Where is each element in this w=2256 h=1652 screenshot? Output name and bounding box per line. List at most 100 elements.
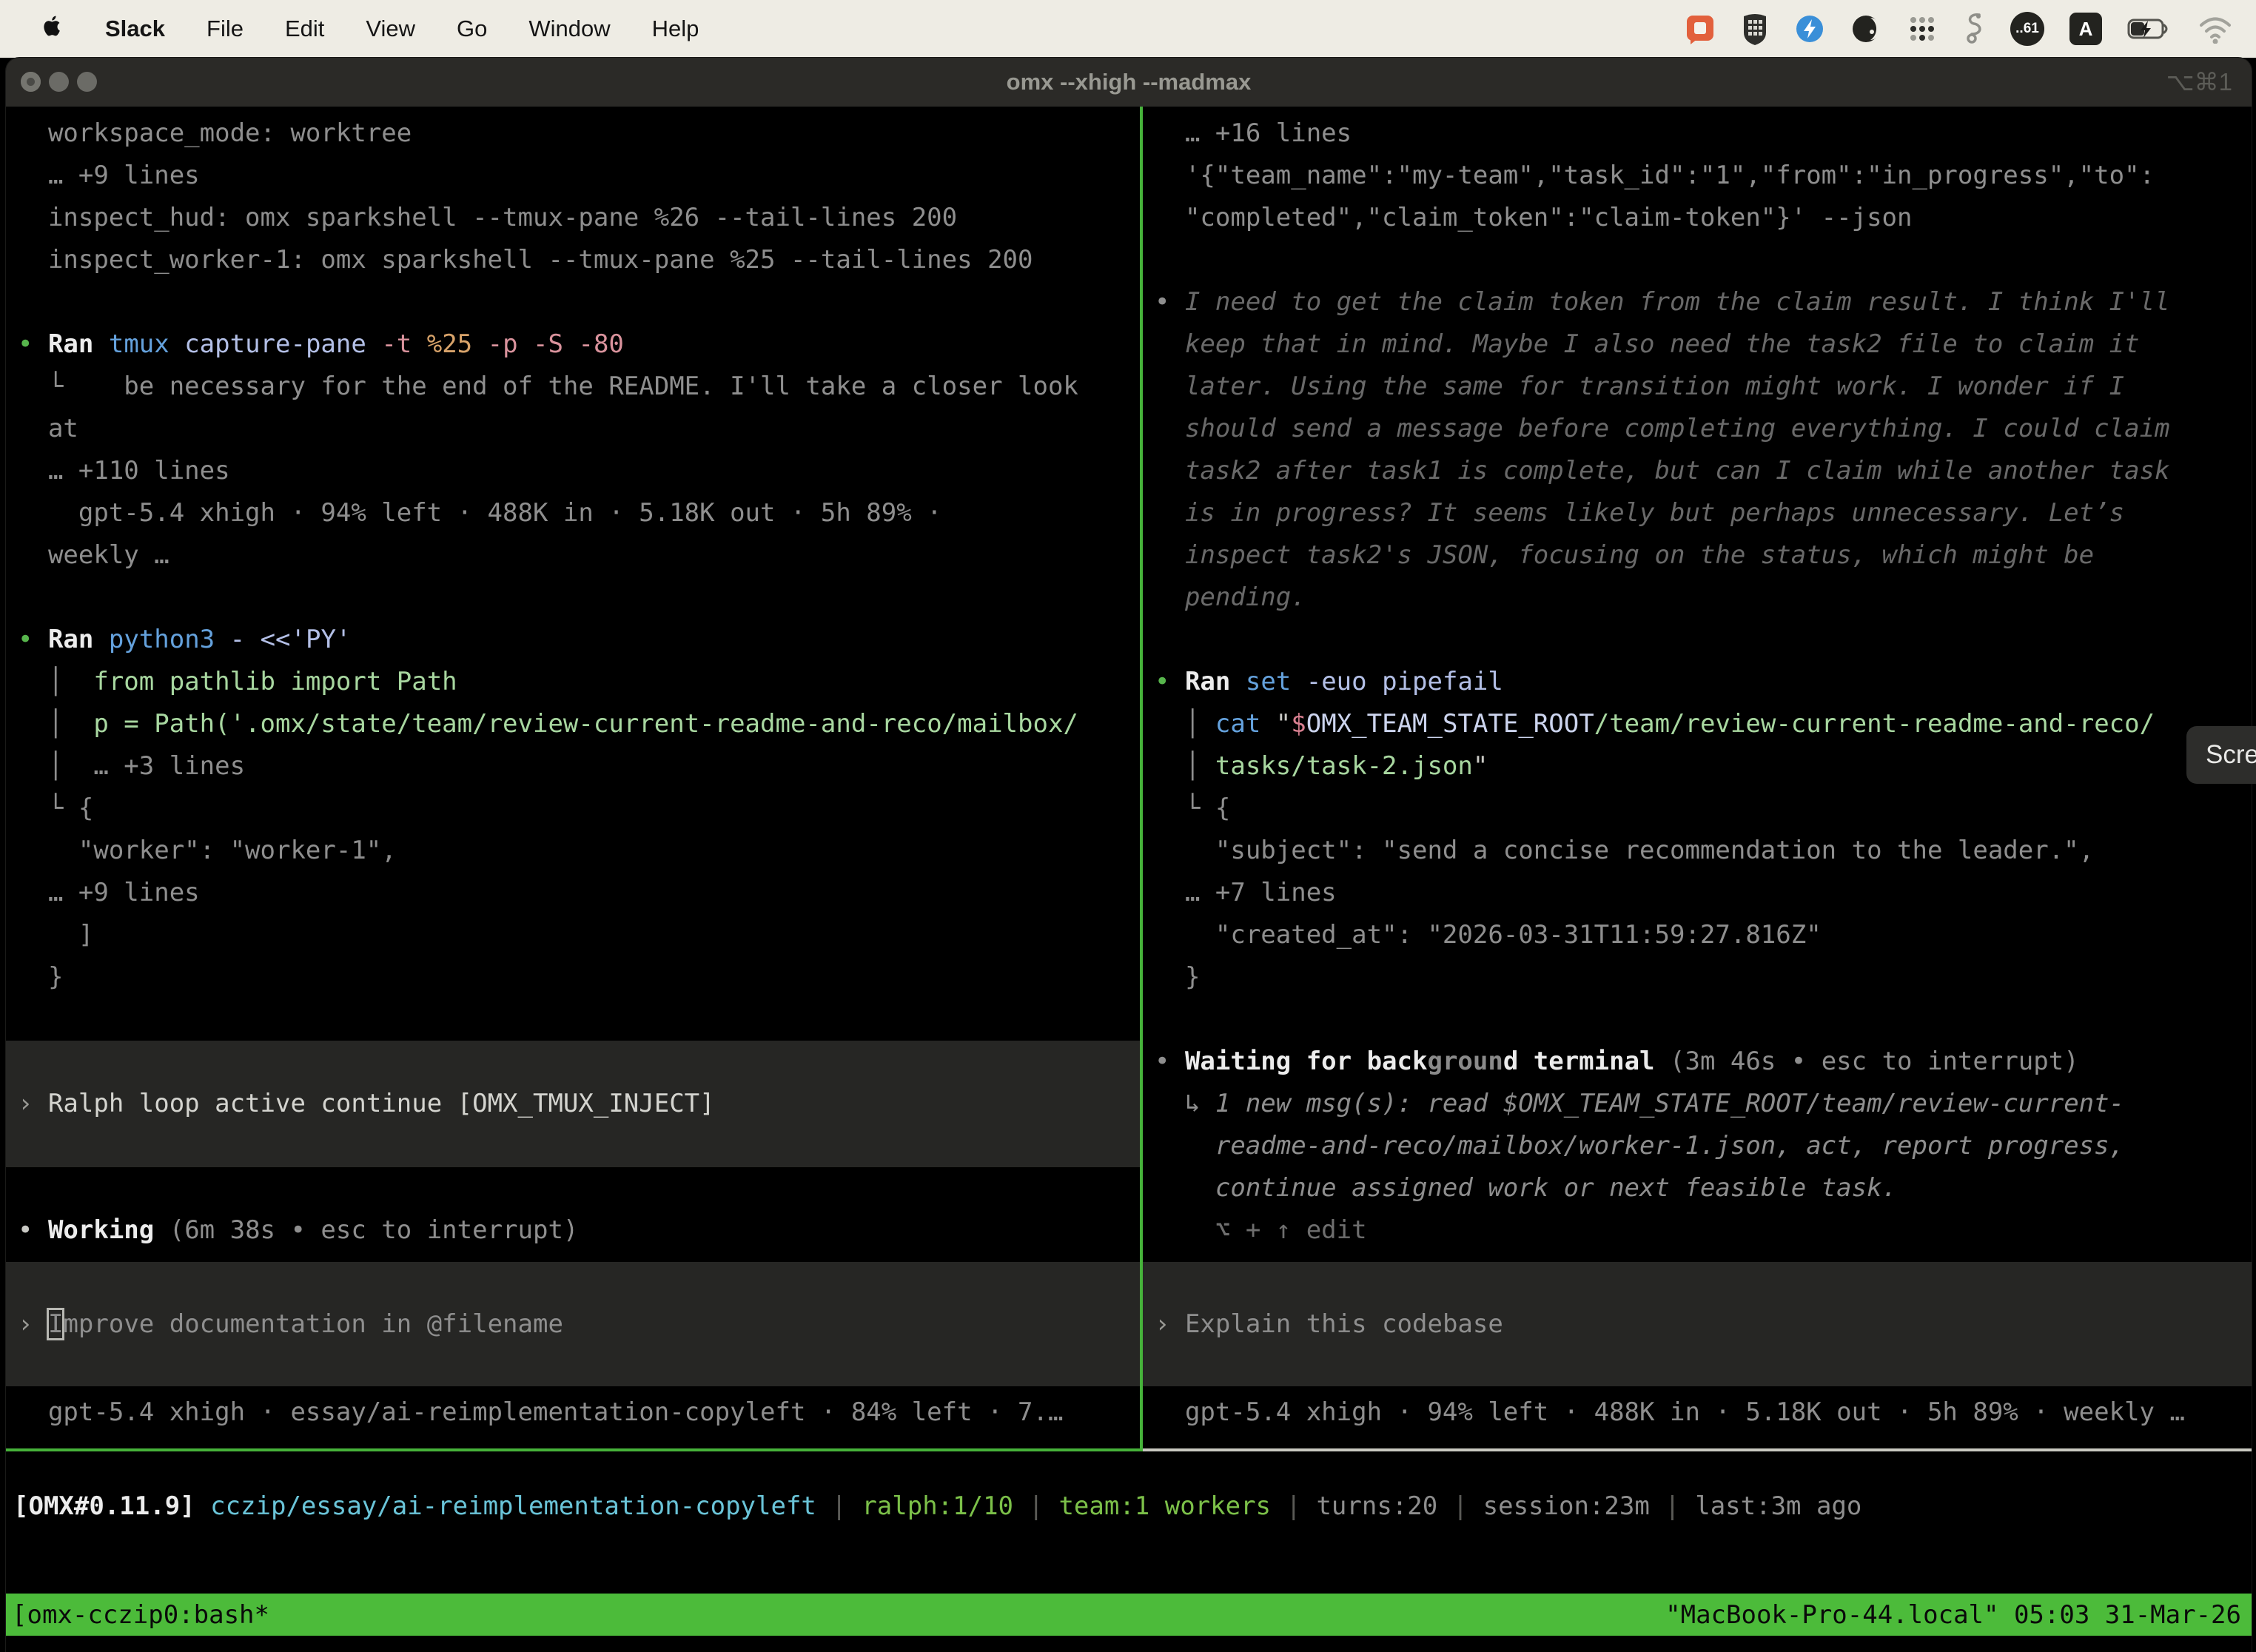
apple-menu[interactable]	[41, 13, 64, 45]
text-segment: gpt-5.4 xhigh · essay/ai-reimplementatio…	[18, 1397, 1063, 1427]
input-source-a-icon[interactable]: A	[2069, 13, 2102, 45]
screen-edge-tooltip: Scre	[2186, 726, 2256, 784]
text-segment: ›	[18, 1089, 48, 1118]
text-segment: from pathlib import Path	[93, 667, 457, 696]
omx-session-status: [OMX#0.11.9] cczip/essay/ai-reimplementa…	[6, 1451, 2252, 1528]
text-segment: gpt-5.4 xhigh · 94% left · 488K in · 5.1…	[18, 498, 942, 528]
text-segment: last:3m ago	[1695, 1491, 1861, 1521]
text-segment: -	[230, 625, 261, 654]
screen-edge-tooltip-label: Scre	[2206, 740, 2256, 769]
text-segment: readme-and-reco/mailbox/worker-1.json, a…	[1155, 1131, 2124, 1161]
terminal-line: should send a message before completing …	[1155, 408, 2240, 450]
pane-right-output: … +16 lines '{"team_name":"my-team","tas…	[1155, 113, 2240, 1252]
terminal-line: inspect_hud: omx sparkshell --tmux-pane …	[18, 197, 1128, 239]
text-segment: inspect_hud: omx sparkshell --tmux-pane …	[18, 203, 957, 232]
terminal-window: omx --xhigh --madmax ⌥⌘1 workspace_mode:…	[6, 58, 2252, 1652]
text-segment: … +7 lines	[1155, 878, 1337, 907]
text-segment: at	[18, 414, 78, 443]
pane-left-prompt-input[interactable]: › Improve documentation in @filename	[6, 1262, 1140, 1386]
text-segment: gpt-5.4 xhigh · 94% left · 488K in · 5.1…	[1155, 1397, 2185, 1427]
text-segment: $	[1291, 709, 1306, 739]
wifi-icon[interactable]	[2197, 14, 2234, 44]
dots-grid-icon[interactable]	[1907, 13, 1938, 44]
text-segment: OMX_TEAM_STATE_ROOT	[1306, 709, 1594, 739]
terminal-line: readme-and-reco/mailbox/worker-1.json, a…	[1155, 1125, 2240, 1167]
squiggle-icon[interactable]	[1963, 12, 1985, 46]
terminal-line: │ cat "$OMX_TEAM_STATE_ROOT/team/review-…	[1155, 703, 2240, 745]
terminal-line: "subject": "send a concise recommendatio…	[1155, 830, 2240, 872]
text-segment: └ {	[1155, 793, 1230, 823]
text-segment: [OMX#0.11.9]	[13, 1491, 210, 1521]
input-source-label: A	[2079, 18, 2093, 41]
terminal-line: • I need to get the claim token from the…	[1155, 281, 2240, 323]
text-segment: "completed","claim_token":"claim-token"}…	[1155, 203, 1913, 232]
text-segment: |	[1271, 1491, 1316, 1521]
terminal-line: • Ran python3 - <<'PY'	[18, 619, 1128, 661]
text-segment: │	[18, 751, 93, 781]
text-segment: •	[1155, 1047, 1185, 1076]
text-segment: •	[1155, 667, 1185, 696]
menu-item-slack[interactable]: Slack	[105, 16, 165, 42]
text-segment: Explain this codebase	[1185, 1309, 1503, 1339]
menu-items: Slack File Edit View Go Window Help	[0, 13, 699, 45]
blue-bolt-icon[interactable]	[1794, 13, 1825, 44]
terminal-line: task2 after task1 is complete, but can I…	[1155, 450, 2240, 492]
terminal-line: ⌥ + ↑ edit	[1155, 1209, 2240, 1252]
text-segment: •	[18, 329, 48, 359]
window-title: omx --xhigh --madmax	[6, 58, 2252, 107]
tmux-pane-right[interactable]: … +16 lines '{"team_name":"my-team","tas…	[1143, 107, 2252, 1448]
menu-item-view[interactable]: View	[366, 16, 415, 42]
tmux-pane-divider[interactable]	[1140, 107, 1143, 1451]
window-titlebar[interactable]: omx --xhigh --madmax ⌥⌘1	[6, 58, 2252, 107]
text-segment: should send a message before completing …	[1155, 414, 2169, 443]
grid-shield-icon[interactable]	[1741, 12, 1769, 46]
crescent-icon[interactable]	[1850, 13, 1881, 44]
pane-right-prompt-input[interactable]: › Explain this codebase	[1143, 1262, 2252, 1386]
screen: Slack File Edit View Go Window Help ..61	[0, 0, 2256, 1652]
terminal-line: gpt-5.4 xhigh · 94% left · 488K in · 5.1…	[18, 492, 1128, 534]
text-segment: ↳	[1155, 1089, 1215, 1118]
terminal-line: • Working (6m 38s • esc to interrupt)	[18, 1209, 1128, 1252]
tmux-pane-left[interactable]: workspace_mode: worktree … +9 lines insp…	[6, 107, 1140, 1448]
menu-item-window[interactable]: Window	[528, 16, 610, 42]
terminal-line: • Waiting for background terminal (3m 46…	[1155, 1041, 2240, 1083]
text-segment: └ {	[18, 793, 93, 823]
terminal-line: │ from pathlib import Path	[18, 661, 1128, 703]
terminal-line: › Improve documentation in @filename	[18, 1262, 1128, 1386]
terminal-line: ↳ 1 new msg(s): read $OMX_TEAM_STATE_ROO…	[1155, 1083, 2240, 1125]
terminal-line: inspect_worker-1: omx sparkshell --tmux-…	[18, 239, 1128, 281]
menu-item-go[interactable]: Go	[457, 16, 487, 42]
text-segment: continue assigned work or next feasible …	[1155, 1173, 1897, 1203]
menu-bar: Slack File Edit View Go Window Help ..61	[0, 0, 2256, 58]
text-segment: "worker": "worker-1",	[18, 836, 397, 865]
text-segment: inspect_worker-1: omx sparkshell --tmux-…	[18, 245, 1033, 275]
text-segment: capture-pane	[184, 329, 381, 359]
apple-logo-icon	[41, 13, 64, 39]
menu-item-help[interactable]: Help	[652, 16, 699, 42]
text-segment: I need to get the claim token from the c…	[1185, 287, 2170, 317]
text-segment: (3m 46s • esc to interrupt)	[1655, 1047, 2079, 1076]
chat-badge-icon[interactable]	[1685, 13, 1716, 44]
terminal-line: }	[18, 956, 1128, 998]
text-segment: cczip/essay/ai-reimplementation-copyleft	[210, 1491, 816, 1521]
terminal-line: │ p = Path('.omx/state/team/review-curre…	[18, 703, 1128, 745]
menu-item-file[interactable]: File	[207, 16, 244, 42]
terminal-line: "created_at": "2026-03-31T11:59:27.816Z"	[1155, 914, 2240, 956]
terminal-line: … +9 lines	[18, 155, 1128, 197]
menu-status-icons: ..61 A	[1685, 12, 2256, 46]
terminal-line: is in progress? It seems likely but perh…	[1155, 492, 2240, 534]
text-segment: set	[1246, 667, 1306, 696]
text-segment: ralph:1/10	[862, 1491, 1013, 1521]
menu-item-edit[interactable]: Edit	[285, 16, 324, 42]
text-segment: │	[1155, 751, 1215, 781]
terminal-line	[18, 1167, 1128, 1209]
badge-61-icon[interactable]: ..61	[2010, 12, 2044, 46]
text-segment: •	[18, 625, 48, 654]
terminal-line: › Ralph loop active continue [OMX_TMUX_I…	[6, 1041, 1140, 1167]
terminal-line: '{"team_name":"my-team","task_id":"1","f…	[1155, 155, 2240, 197]
battery-icon[interactable]	[2127, 13, 2172, 44]
terminal-line: weekly …	[18, 534, 1128, 577]
text-segment: be necessary for the end of the README. …	[124, 372, 1078, 401]
text-segment: "	[1473, 751, 1488, 781]
text-segment: tmux	[109, 329, 184, 359]
